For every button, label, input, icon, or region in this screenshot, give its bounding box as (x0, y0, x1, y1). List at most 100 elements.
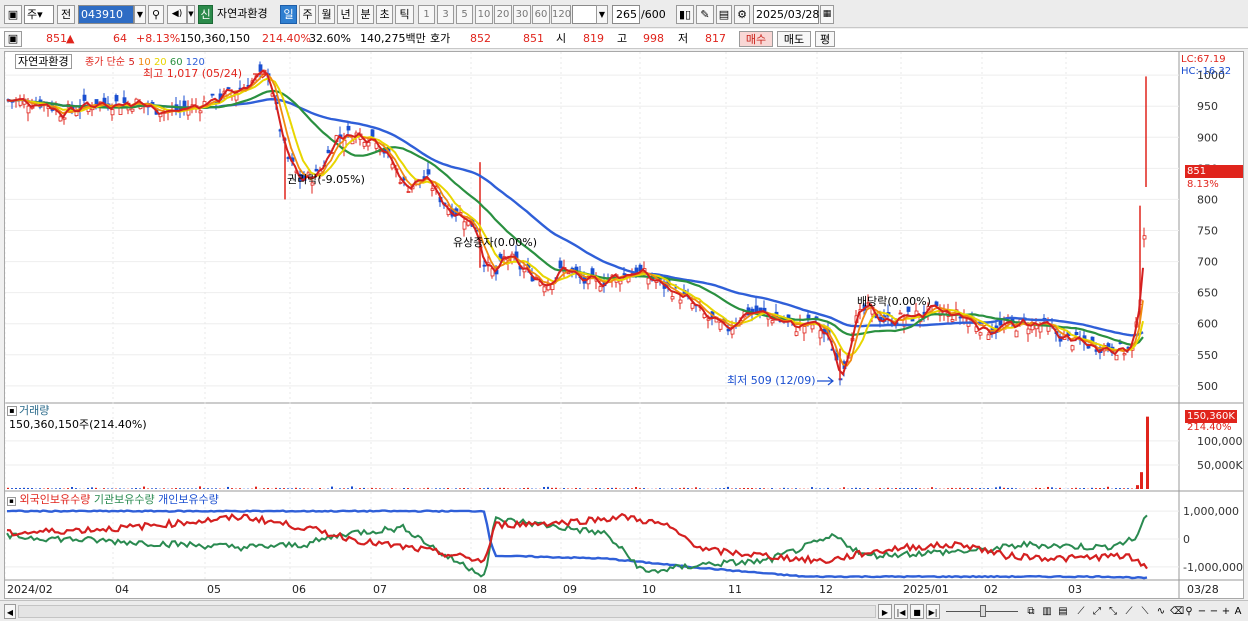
amount-value: 140,275백만 (360, 32, 426, 45)
capture-icon[interactable]: ⧉ (1024, 604, 1038, 619)
draw-tool-icon[interactable]: ✎ (696, 5, 714, 24)
interval-30-button[interactable]: 30 (513, 5, 531, 24)
minus-icon[interactable]: − (1208, 604, 1220, 619)
first-page-button[interactable]: |◀ (894, 604, 908, 619)
volume-bar (207, 488, 209, 489)
volume-bar (455, 488, 457, 489)
ruler-icon[interactable]: ⟍ (1138, 604, 1152, 619)
code-dropdown-icon[interactable]: ▼ (134, 5, 146, 24)
volume-bar (895, 488, 897, 489)
x-tick-label: 04 (115, 583, 129, 596)
scroll-left-button[interactable]: ◀ (4, 604, 16, 619)
interval-3-button[interactable]: 3 (437, 5, 454, 24)
window-menu-icon[interactable]: ▣ (4, 5, 22, 24)
candle-body (430, 188, 435, 191)
trend-tool-icon[interactable]: ⤢ (1090, 604, 1104, 619)
interval-1-button[interactable]: 1 (418, 5, 435, 24)
capital-annotation: 유상증자(0.00%) (453, 236, 538, 249)
copy-icon[interactable]: ▤ (1056, 604, 1070, 619)
search-icon[interactable]: ⚲ (148, 5, 164, 24)
chart-area[interactable]: 10009509008508007507006506005505002024/0… (4, 51, 1244, 599)
quote-bar: ▣ 851 ▲ 64 +8.13% 150,360,150 214.40% 32… (0, 29, 1248, 49)
holder-menu-icon[interactable]: ▪ (7, 497, 16, 506)
stop-button[interactable]: ■ (910, 604, 924, 619)
quote-menu-icon[interactable]: ▣ (4, 31, 22, 47)
period-week-button[interactable]: 주 (299, 5, 316, 24)
price-panel-title[interactable]: 자연과환경 (15, 54, 72, 69)
volume-bar (423, 488, 425, 489)
prev-button[interactable]: 전 (57, 5, 75, 24)
interval-60-button[interactable]: 60 (532, 5, 550, 24)
holder-legend[interactable]: ▪ 외국인보유수량 기관보유수량 개인보유수량 (7, 493, 219, 506)
zoom-icon[interactable]: ⚲ (1182, 604, 1196, 619)
volume-bar (351, 486, 353, 489)
volume-bar (575, 487, 577, 489)
period-second-button[interactable]: 초 (376, 5, 393, 24)
x-tick-label: 05 (207, 583, 221, 596)
market-select[interactable]: 주▾ (24, 5, 54, 24)
volume-bar (363, 487, 365, 489)
volume-bar (1127, 488, 1129, 489)
stock-name: 자연과환경 (217, 7, 268, 20)
interval-10-button[interactable]: 10 (475, 5, 493, 24)
speaker-dropdown-icon[interactable]: ▼ (187, 5, 195, 24)
custom-interval-dropdown-icon[interactable]: ▼ (596, 5, 608, 24)
period-month-button[interactable]: 월 (318, 5, 335, 24)
measure-tool-icon[interactable]: ⤡ (1106, 604, 1120, 619)
interval-20-button[interactable]: 20 (494, 5, 512, 24)
period-year-button[interactable]: 년 (337, 5, 354, 24)
speaker-icon[interactable]: ◀) (167, 5, 187, 24)
period-minute-button[interactable]: 분 (357, 5, 374, 24)
institution-holdings-label[interactable]: 기관보유수량 (94, 493, 155, 506)
stock-code-input[interactable]: 043910 (78, 5, 134, 24)
save-icon[interactable]: ▤ (716, 5, 732, 24)
candle-type-icon[interactable]: ▮▯ (676, 5, 694, 24)
interval-120-button[interactable]: 120 (551, 5, 571, 24)
x-tick-label: 07 (373, 583, 387, 596)
volume-menu-icon[interactable]: ▪ (7, 406, 17, 416)
chart-canvas[interactable]: 10009509008508007507006506005505002024/0… (5, 52, 1243, 598)
open-label: 시 (556, 32, 567, 45)
volume-bar (1107, 486, 1109, 489)
font-size-icon[interactable]: A (1232, 604, 1244, 619)
gear-icon[interactable]: ⚙ (734, 5, 750, 24)
candle-body (426, 169, 431, 175)
x-tick-label: 10 (642, 583, 656, 596)
period-day-button[interactable]: 일 (280, 5, 297, 24)
zoom-slider-handle[interactable] (980, 605, 986, 617)
zoom-in-icon[interactable]: + (1220, 604, 1232, 619)
candle-body (758, 307, 763, 311)
count-input[interactable]: 265 (612, 5, 640, 24)
volume-bar (339, 488, 341, 489)
y-tick-label: 950 (1197, 100, 1218, 113)
volume-bar (155, 488, 157, 489)
magnet-icon[interactable]: ∿ (1154, 604, 1168, 619)
layout-icon[interactable]: ▥ (1040, 604, 1054, 619)
buy-button[interactable]: 매수 (739, 31, 773, 47)
interval-5-button[interactable]: 5 (456, 5, 473, 24)
eval-button[interactable]: 평 (815, 31, 835, 47)
fibonacci-tool-icon[interactable]: ⟋ (1122, 604, 1136, 619)
individual-holdings-label[interactable]: 개인보유수량 (158, 493, 219, 506)
zoom-out-icon[interactable]: − (1196, 604, 1208, 619)
foreign-holdings-label[interactable]: 외국인보유수량 (20, 493, 91, 506)
candle-body (370, 129, 375, 137)
scroll-right-button[interactable]: ▶ (878, 604, 892, 619)
eraser-icon[interactable]: ⌫ (1170, 604, 1184, 619)
line-tool-icon[interactable]: ⟋ (1074, 604, 1088, 619)
scroll-track[interactable] (18, 605, 876, 618)
volume-bar (1115, 488, 1117, 489)
last-page-button[interactable]: ▶| (926, 604, 940, 619)
date-input[interactable]: 2025/03/28 (753, 5, 819, 24)
volume-bar (579, 488, 581, 489)
volume-bar (947, 488, 949, 489)
volume-bar (899, 488, 901, 489)
candle-body (58, 116, 63, 122)
volume-panel-title[interactable]: 거래량 (19, 404, 49, 417)
sell-button[interactable]: 매도 (777, 31, 811, 47)
period-tick-button[interactable]: 틱 (395, 5, 414, 24)
volume-bar (1051, 487, 1053, 489)
low-label: 저 (678, 32, 689, 45)
up-arrow-icon: ▲ (66, 32, 75, 45)
calendar-icon[interactable]: ▦ (820, 5, 834, 24)
